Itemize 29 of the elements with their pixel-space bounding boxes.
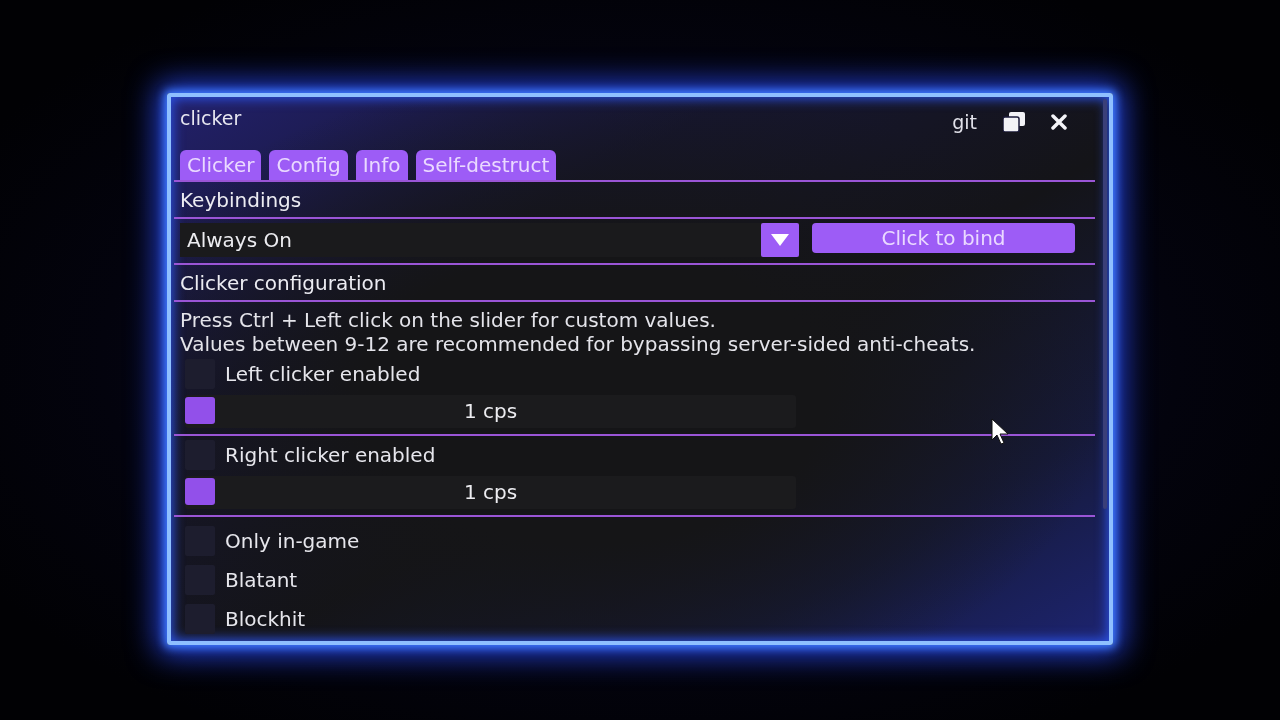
tab[interactable]: Config [269, 150, 348, 180]
checkbox[interactable] [185, 604, 215, 634]
tab[interactable]: Self-destruct [415, 150, 557, 180]
cps-slider[interactable]: 1 cps [185, 476, 796, 509]
checkbox-label: Only in-game [225, 529, 360, 553]
section-header: Keybindings [179, 187, 303, 214]
checkbox-label: Left clicker enabled [225, 362, 421, 386]
slider-thumb[interactable] [185, 397, 215, 424]
section-header: Clicker configuration [179, 270, 388, 297]
hint-text: Values between 9-12 are recommended for bypassing server-sided anti-cheats. [180, 332, 977, 356]
slider-value: 1 cps [463, 479, 518, 506]
slider-thumb[interactable] [185, 478, 215, 505]
mode-dropdown[interactable]: Always On [180, 223, 799, 257]
mouse-pointer-icon [991, 418, 1010, 445]
tab[interactable]: Info [355, 150, 408, 180]
checkbox-label: Right clicker enabled [225, 443, 436, 467]
cps-slider[interactable]: 1 cps [185, 395, 796, 428]
restore-icon[interactable] [1003, 112, 1025, 132]
hint-text: Press Ctrl + Left click on the slider for custom values. [180, 308, 717, 332]
scrollbar-thumb[interactable] [1103, 99, 1107, 509]
bind-button[interactable]: Click to bind [812, 223, 1075, 253]
close-icon[interactable] [1051, 114, 1067, 130]
checkbox-label: Blatant [225, 568, 298, 592]
caret-icon[interactable] [761, 223, 799, 257]
tab[interactable]: Clicker [180, 150, 262, 180]
slider-value: 1 cps [463, 398, 518, 425]
git-link[interactable]: git [952, 111, 977, 133]
window-title: clicker [180, 107, 242, 129]
checkbox-label: Blockhit [225, 607, 306, 631]
